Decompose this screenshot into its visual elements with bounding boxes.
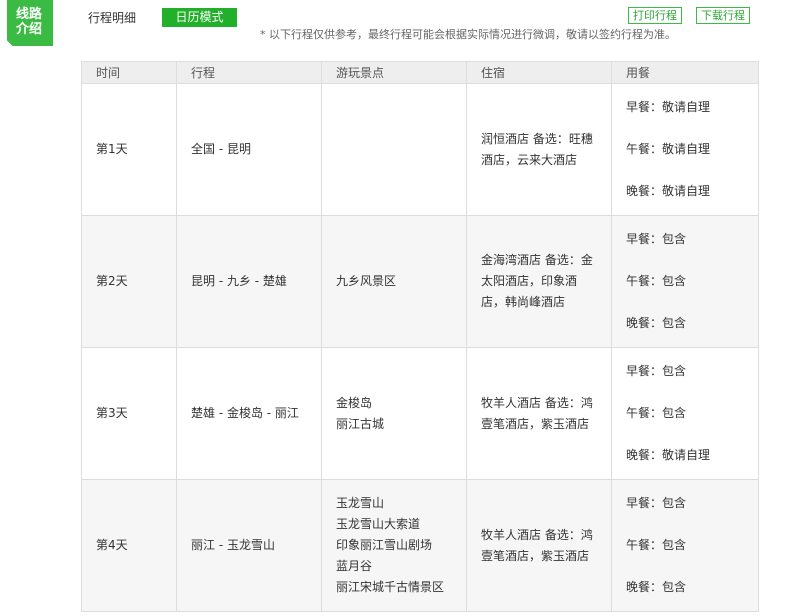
spot-item: 印象丽江雪山剧场 <box>336 538 433 552</box>
meal-breakfast: 早餐：包含 <box>626 496 687 510</box>
table-row: 第4天 丽江 - 玉龙雪山 玉龙雪山 玉龙雪山大索道 印象丽江雪山剧场 蓝月谷 … <box>81 479 759 612</box>
route-intro-tag-line2: 介绍 <box>16 22 43 37</box>
itinerary-disclaimer: * 以下行程仅供参考，最终行程可能会根据实际情况进行微调，敬请以签约行程为准。 <box>260 28 676 41</box>
day-cell: 第2天 <box>81 215 177 348</box>
tab-calendar-mode[interactable]: 日历模式 <box>162 8 237 27</box>
meal-lunch: 午餐：包含 <box>626 274 687 288</box>
meals-cell: 早餐：包含 午餐：包含 晚餐：敬请自理 <box>611 347 759 480</box>
header-hotel: 住宿 <box>466 61 612 84</box>
spot-item: 蓝月谷 <box>336 559 373 573</box>
route-intro-tag-line1: 线路 <box>16 7 43 22</box>
hotel-cell: 牧羊人酒店 备选：鸿壹笔酒店，紫玉酒店 <box>466 479 612 612</box>
table-row: 第3天 楚雄 - 金梭岛 - 丽江 金梭岛 丽江古城 牧羊人酒店 备选：鸿壹笔酒… <box>81 347 759 480</box>
table-row: 第2天 昆明 - 九乡 - 楚雄 九乡风景区 金海湾酒店 备选：金太阳酒店，印象… <box>81 215 759 348</box>
meal-dinner: 晚餐：敬请自理 <box>626 184 711 198</box>
hotel-cell: 润恒酒店 备选：旺穗酒店，云来大酒店 <box>466 83 612 216</box>
meals-cell: 早餐：包含 午餐：包含 晚餐：包含 <box>611 215 759 348</box>
spots-cell: 金梭岛 丽江古城 <box>321 347 467 480</box>
header-meals: 用餐 <box>611 61 759 84</box>
spot-item: 金梭岛 <box>336 395 373 410</box>
meal-dinner: 晚餐：敬请自理 <box>626 448 711 462</box>
meal-lunch: 午餐：敬请自理 <box>626 142 711 156</box>
spot-item: 玉龙雪山 <box>336 496 385 510</box>
download-itinerary-button[interactable]: 下载行程 <box>696 7 750 24</box>
meal-breakfast: 早餐：包含 <box>626 232 687 246</box>
route-cell: 丽江 - 玉龙雪山 <box>176 479 322 612</box>
spot-item: 九乡风景区 <box>336 274 397 288</box>
tab-itinerary-detail[interactable]: 行程明细 <box>88 9 136 26</box>
hotel-cell: 金海湾酒店 备选：金太阳酒店，印象酒店，韩尚峰酒店 <box>466 215 612 348</box>
hotel-cell: 牧羊人酒店 备选：鸿壹笔酒店，紫玉酒店 <box>466 347 612 480</box>
table-header-row: 时间 行程 游玩景点 住宿 用餐 <box>81 61 759 84</box>
header-time: 时间 <box>81 61 177 84</box>
spots-cell <box>321 83 467 216</box>
spots-cell: 九乡风景区 <box>321 215 467 348</box>
day-cell: 第4天 <box>81 479 177 612</box>
meal-breakfast: 早餐：包含 <box>626 364 687 378</box>
day-cell: 第3天 <box>81 347 177 480</box>
route-cell: 全国 - 昆明 <box>176 83 322 216</box>
table-row: 第1天 全国 - 昆明 润恒酒店 备选：旺穗酒店，云来大酒店 早餐：敬请自理 午… <box>81 83 759 216</box>
meal-breakfast: 早餐：敬请自理 <box>626 100 711 114</box>
route-intro-tag: 线路 介绍 <box>7 0 53 46</box>
header-route: 行程 <box>176 61 322 84</box>
print-itinerary-button[interactable]: 打印行程 <box>628 7 682 24</box>
meal-dinner: 晚餐：包含 <box>626 316 687 330</box>
route-cell: 楚雄 - 金梭岛 - 丽江 <box>176 347 322 480</box>
meal-lunch: 午餐：包含 <box>626 406 687 420</box>
spot-item: 玉龙雪山大索道 <box>336 517 421 531</box>
meal-lunch: 午餐：包含 <box>626 538 687 552</box>
spot-item: 丽江宋城千古情景区 <box>336 580 445 594</box>
meals-cell: 早餐：包含 午餐：包含 晚餐：包含 <box>611 479 759 612</box>
day-cell: 第1天 <box>81 83 177 216</box>
meals-cell: 早餐：敬请自理 午餐：敬请自理 晚餐：敬请自理 <box>611 83 759 216</box>
itinerary-table: 时间 行程 游玩景点 住宿 用餐 第1天 全国 - 昆明 润恒酒店 备选：旺穗酒… <box>81 61 759 612</box>
header-spots: 游玩景点 <box>321 61 467 84</box>
spot-item: 丽江古城 <box>336 416 385 431</box>
spots-cell: 玉龙雪山 玉龙雪山大索道 印象丽江雪山剧场 蓝月谷 丽江宋城千古情景区 <box>321 479 467 612</box>
meal-dinner: 晚餐：包含 <box>626 580 687 594</box>
route-cell: 昆明 - 九乡 - 楚雄 <box>176 215 322 348</box>
